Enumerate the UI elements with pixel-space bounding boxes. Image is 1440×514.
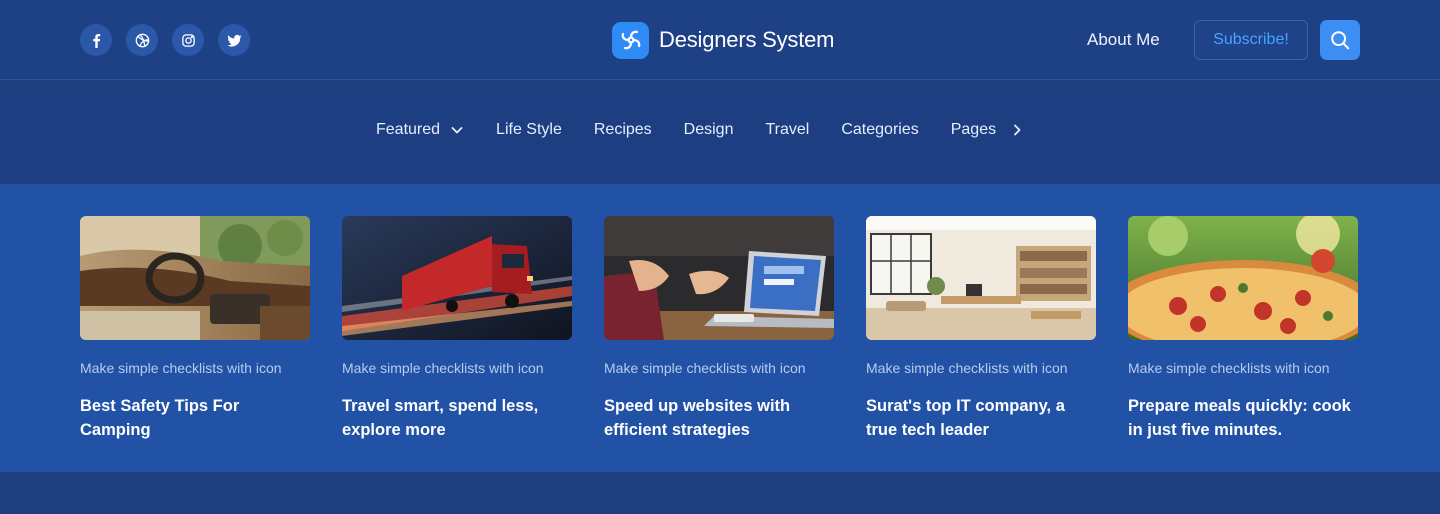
post-tag: Make simple checklists with icon [342,360,544,376]
main-nav: Featured Life Style Recipes Design Trave… [376,121,1024,139]
about-me-link[interactable]: About Me [1087,30,1160,50]
search-icon [1331,31,1350,50]
search-button[interactable] [1320,20,1360,60]
post-image-pizza[interactable] [1128,216,1358,340]
nav-item-travel[interactable]: Travel [765,121,809,139]
subscribe-button[interactable]: Subscribe! [1194,20,1308,60]
post-image-car-interior[interactable] [80,216,310,340]
brand-name: Designers System [659,27,835,52]
nav-item-life-style[interactable]: Life Style [496,121,562,139]
post-title[interactable]: Surat's top IT company, a true tech lead… [866,394,1096,442]
post-title[interactable]: Speed up websites with efficient strateg… [604,394,834,442]
post-tag: Make simple checklists with icon [80,360,282,376]
post-tag: Make simple checklists with icon [1128,360,1330,376]
nav-item-label: Featured [376,121,441,138]
nav-item-pages[interactable]: Pages [951,121,1024,139]
featured-posts: Make simple checklists with icon Best Sa… [0,184,1440,472]
top-bar: Designers System About Me Subscribe! [0,0,1440,80]
nav-item-label: Design [683,121,734,138]
chevron-right-icon [1014,124,1021,136]
post-card[interactable]: Make simple checklists with icon Best Sa… [80,216,310,442]
post-image-office-space[interactable] [866,216,1096,340]
nav-item-label: Pages [950,121,997,138]
post-card[interactable]: Make simple checklists with icon Travel … [342,216,572,442]
post-title[interactable]: Best Safety Tips For Camping [80,394,310,442]
nav-item-label: Travel [765,121,810,138]
post-card[interactable]: Make simple checklists with icon Speed u… [604,216,834,442]
post-image-red-truck[interactable] [342,216,572,340]
chevron-down-icon [451,127,463,134]
post-card[interactable]: Make simple checklists with icon Surat's… [866,216,1096,442]
post-title[interactable]: Travel smart, spend less, explore more [342,394,572,442]
brand-logo-icon [612,21,649,59]
nav-item-label: Recipes [593,121,652,138]
nav-item-featured[interactable]: Featured [376,121,464,139]
social-links [80,24,250,56]
nav-item-design[interactable]: Design [684,121,734,139]
twitter-icon[interactable] [218,24,250,56]
main-nav-bar: Featured Life Style Recipes Design Trave… [0,81,1440,184]
post-title[interactable]: Prepare meals quickly: cook in just five… [1128,394,1358,442]
dribbble-icon[interactable] [126,24,158,56]
facebook-icon[interactable] [80,24,112,56]
post-image-laptop-hands[interactable] [604,216,834,340]
post-tag: Make simple checklists with icon [604,360,806,376]
nav-item-label: Life Style [496,121,562,138]
instagram-icon[interactable] [172,24,204,56]
nav-item-recipes[interactable]: Recipes [594,121,652,139]
nav-item-label: Categories [841,121,919,138]
post-tag: Make simple checklists with icon [866,360,1068,376]
post-card[interactable]: Make simple checklists with icon Prepare… [1128,216,1358,442]
nav-item-categories[interactable]: Categories [841,121,918,139]
brand[interactable]: Designers System [612,21,835,59]
page-bottom-strip [0,472,1440,514]
